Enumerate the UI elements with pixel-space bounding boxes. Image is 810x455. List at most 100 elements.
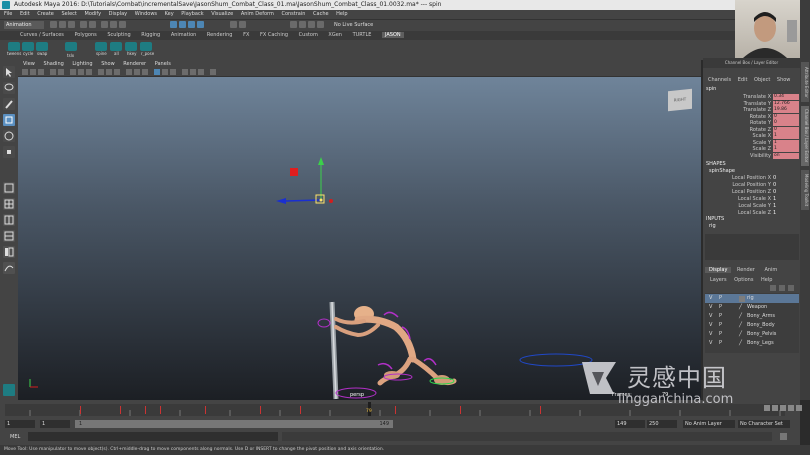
resolution-gate-icon[interactable] (198, 69, 204, 75)
input-node-name[interactable]: rig (709, 223, 716, 229)
shape-attr-label[interactable]: Local Position Z (704, 189, 771, 195)
menu-visualize[interactable]: Visualize (211, 11, 233, 17)
shelf-tab-rendering[interactable]: Rendering (207, 32, 233, 38)
shape-attr-label[interactable]: Local Scale Y (704, 203, 771, 209)
select-hierarchy-icon[interactable] (101, 21, 108, 28)
selected-object-name[interactable]: spin (706, 86, 716, 92)
paint-select-tool-icon[interactable] (3, 98, 15, 110)
layer-edit-icon[interactable]: ╱ (739, 312, 742, 321)
go-to-end-icon[interactable] (796, 405, 802, 411)
menu-select[interactable]: Select (61, 11, 76, 17)
channel-box-tab[interactable]: Channel Box / Layer Editor (801, 106, 809, 166)
new-scene-icon[interactable] (50, 21, 57, 28)
layer-row[interactable]: V P ╱ Weapon (705, 303, 799, 312)
shape-attr-value[interactable]: 0 (773, 175, 776, 181)
tab-anim[interactable]: Anim (760, 267, 781, 273)
menu-windows[interactable]: Windows (135, 11, 157, 17)
xray-icon[interactable] (162, 69, 168, 75)
shelf-button-spine[interactable] (95, 42, 107, 51)
layer-playback[interactable]: P (719, 321, 722, 330)
textured-icon[interactable] (98, 69, 104, 75)
open-scene-icon[interactable] (59, 21, 66, 28)
rotate-tool-icon[interactable] (3, 130, 15, 142)
edit-menu[interactable]: Edit (738, 77, 748, 83)
attr-rotate-y-value[interactable]: 0 (773, 120, 799, 126)
layer-visibility[interactable]: V (709, 330, 712, 339)
attr-scale-x-value[interactable]: 1 (773, 133, 799, 139)
shelf-tab-fx-caching[interactable]: FX Caching (260, 32, 288, 38)
layer-color-swatch[interactable] (739, 295, 745, 302)
command-input[interactable] (28, 432, 278, 441)
attr-translate-z-value[interactable]: 19.86 (773, 107, 799, 113)
layers-menu[interactable]: Layers (710, 277, 727, 283)
attr-visibility-value[interactable]: on (773, 152, 799, 159)
layer-name[interactable]: Weapon (747, 303, 767, 312)
shape-attr-value[interactable]: 0 (773, 189, 776, 195)
shape-attr-label[interactable]: Local Position Y (704, 182, 771, 188)
help-menu[interactable]: Help (761, 277, 772, 283)
attr-scale-y-label[interactable]: Scale Y (704, 140, 771, 146)
attr-translate-x-value[interactable]: 0.34 (773, 94, 799, 100)
menu-modify[interactable]: Modify (85, 11, 102, 17)
character-set-dropdown[interactable]: No Character Set (738, 420, 790, 428)
shape-attr-value[interactable]: 1 (773, 210, 776, 216)
ambient-occlusion-icon[interactable] (126, 69, 132, 75)
tab-render[interactable]: Render (733, 267, 759, 273)
viewport-menu-renderer[interactable]: Renderer (123, 61, 146, 67)
layer-playback[interactable]: P (719, 294, 722, 303)
viewport-menu-view[interactable]: View (23, 61, 35, 67)
render-view-icon[interactable] (290, 21, 297, 28)
layer-row[interactable]: V P ╱ Bony_Pelvis (705, 330, 799, 339)
move-manipulator[interactable] (276, 157, 333, 204)
layer-edit-icon[interactable]: ╱ (739, 330, 742, 339)
isolate-select-icon[interactable] (154, 69, 160, 75)
shape-attr-label[interactable]: Local Scale X (704, 196, 771, 202)
character-rig[interactable] (317, 301, 457, 400)
menu-help[interactable]: Help (336, 11, 347, 17)
wireframe-icon[interactable] (70, 69, 76, 75)
attr-scale-z-label[interactable]: Scale Z (704, 146, 771, 152)
attr-rotate-x-label[interactable]: Rotate X (704, 114, 771, 120)
shelf-tab-custom[interactable]: Custom (299, 32, 318, 38)
save-scene-icon[interactable] (68, 21, 75, 28)
image-plane-icon[interactable] (50, 69, 56, 75)
grid-toggle-icon[interactable] (58, 69, 64, 75)
attr-visibility-label[interactable]: Visibility (704, 153, 771, 159)
layer-row[interactable]: V P ╱ Bony_Arms (705, 312, 799, 321)
render-frame-icon[interactable] (299, 21, 306, 28)
wireframe-on-shaded-icon[interactable] (86, 69, 92, 75)
menu-set-dropdown[interactable]: Animation (4, 21, 44, 29)
move-layer-icon[interactable] (788, 285, 794, 291)
layer-edit-icon[interactable]: ╱ (739, 339, 742, 348)
shadows-icon[interactable] (114, 69, 120, 75)
viewport-menu-lighting[interactable]: Lighting (72, 61, 92, 67)
layer-visibility[interactable]: V (709, 339, 712, 348)
viewport-menu-show[interactable]: Show (101, 61, 115, 67)
attr-rotate-x-value[interactable]: 0 (773, 113, 799, 120)
attr-scale-y-value[interactable]: 1 (773, 139, 799, 146)
layer-visibility[interactable]: V (709, 303, 712, 312)
step-back-icon[interactable] (772, 405, 778, 411)
shelf-tab-jason[interactable]: JASON (381, 32, 404, 38)
tab-display[interactable]: Display (705, 267, 732, 273)
shelf-tab-rigging[interactable]: Rigging (141, 32, 160, 38)
menu-edit[interactable]: Edit (20, 11, 30, 17)
go-to-start-icon[interactable] (764, 405, 770, 411)
snap-view-plane-icon[interactable] (197, 21, 204, 28)
shelf-tab-sculpting[interactable]: Sculpting (107, 32, 130, 38)
shape-attr-value[interactable]: 1 (773, 203, 776, 209)
layer-visibility[interactable]: V (709, 312, 712, 321)
attr-rotate-y-label[interactable]: Rotate Y (704, 120, 771, 126)
snap-curve-icon[interactable] (179, 21, 186, 28)
object-menu[interactable]: Object (754, 77, 770, 83)
layer-name[interactable]: Bony_Pelvis (747, 330, 776, 339)
lights-icon[interactable] (106, 69, 112, 75)
show-menu[interactable]: Show (777, 77, 791, 83)
view-cube[interactable]: RIGHT (668, 88, 692, 112)
camera-attributes-icon[interactable] (22, 69, 28, 75)
outliner-layout-icon[interactable] (3, 246, 15, 258)
shelf-button-hkey[interactable] (125, 42, 137, 51)
redo-icon[interactable] (89, 21, 96, 28)
snap-point-icon[interactable] (188, 21, 195, 28)
attr-translate-x-label[interactable]: Translate X (704, 94, 771, 100)
